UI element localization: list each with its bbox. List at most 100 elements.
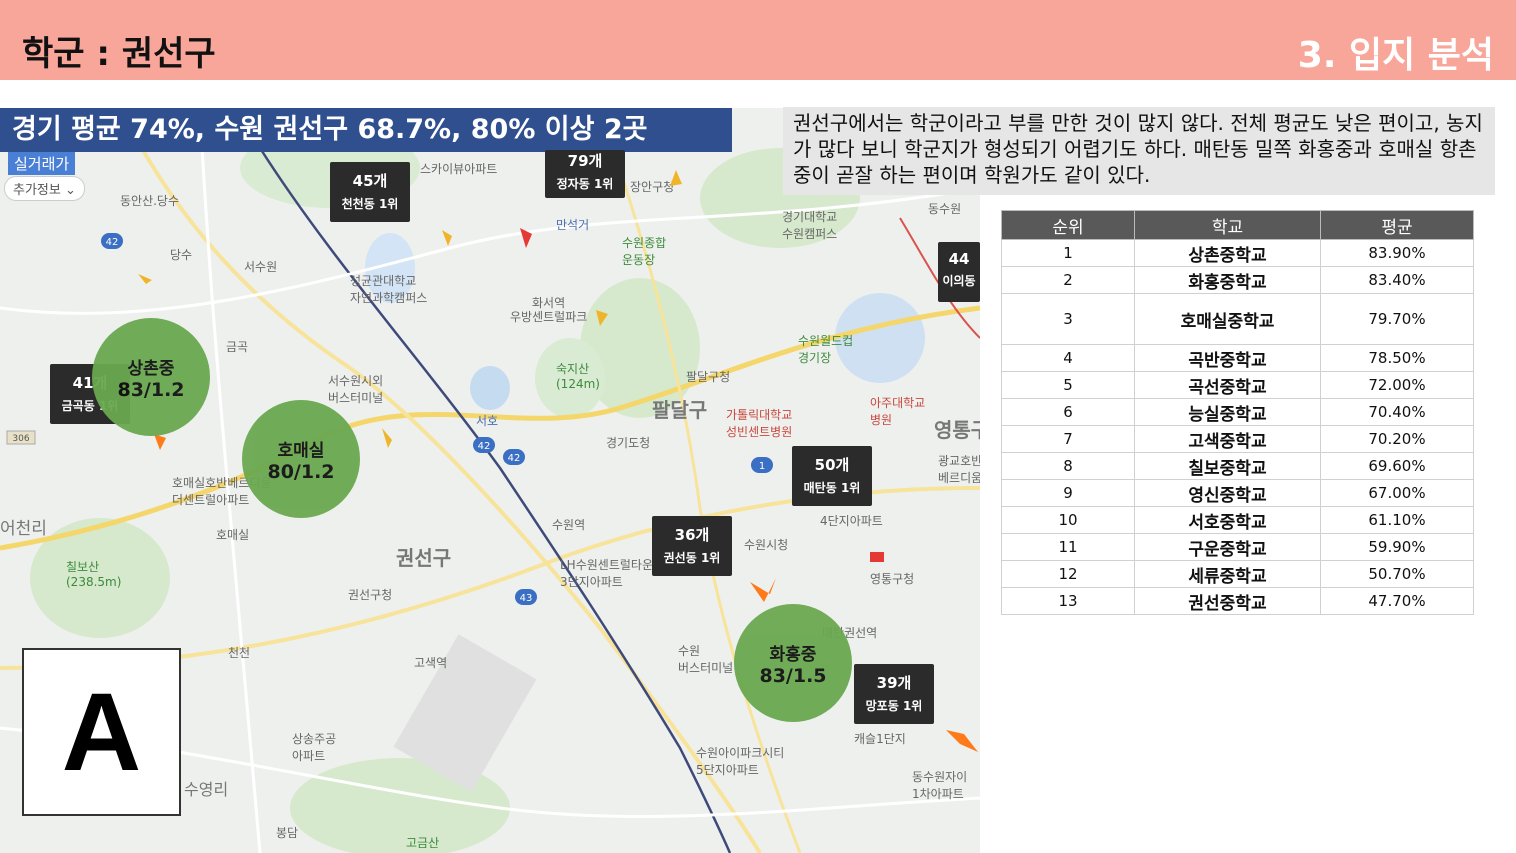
map-label: 고금산 bbox=[406, 836, 440, 850]
school-cell: 서호중학교 bbox=[1134, 506, 1321, 534]
average-cell: 47.70% bbox=[1320, 587, 1474, 615]
svg-text:42: 42 bbox=[106, 237, 119, 248]
school-cell: 세류중학교 bbox=[1134, 560, 1321, 588]
location-marker-icon[interactable] bbox=[380, 426, 396, 450]
school-cell: 능실중학교 bbox=[1134, 398, 1321, 426]
table-row: 7 고색중학교 70.20% bbox=[1001, 425, 1474, 453]
map-label: 천천 bbox=[228, 646, 251, 660]
map-label: 고색역 bbox=[414, 656, 448, 670]
svg-text:42: 42 bbox=[508, 453, 521, 464]
highway-43-icon: 43 bbox=[515, 589, 537, 605]
rank-cell: 10 bbox=[1001, 506, 1135, 534]
real-trade-button[interactable]: 실거래가 bbox=[8, 152, 76, 175]
average-cell: 72.00% bbox=[1320, 371, 1474, 399]
location-marker-icon[interactable] bbox=[944, 722, 980, 758]
school-circle[interactable]: 호매실 80/1.2 bbox=[242, 400, 360, 518]
map-label: 가톨릭대학교 성빈센트병원 bbox=[726, 408, 793, 439]
rank-box[interactable]: 50개 매탄동 1위 bbox=[792, 446, 872, 506]
chevron-down-icon: ⌄ bbox=[64, 183, 76, 198]
rank-cell: 3 bbox=[1001, 293, 1135, 345]
map-label: 동수원자이 1차아파트 bbox=[912, 770, 968, 801]
highway-306-icon: 306 bbox=[6, 430, 36, 445]
map-label: 동수원 bbox=[928, 202, 962, 216]
map-label: 영통구 bbox=[934, 418, 980, 442]
rank-cell: 7 bbox=[1001, 425, 1135, 453]
rank-cell: 6 bbox=[1001, 398, 1135, 426]
location-marker-icon[interactable] bbox=[440, 226, 456, 248]
map-label: 금곡 bbox=[226, 340, 249, 354]
extra-info-button[interactable]: 추가정보 ⌄ bbox=[4, 176, 85, 201]
rank-cell: 12 bbox=[1001, 560, 1135, 588]
average-cell: 59.90% bbox=[1320, 533, 1474, 561]
map-label: 경기대학교 수원캠퍼스 bbox=[782, 210, 838, 241]
map-label: 성균관대학교 자연과학캠퍼스 bbox=[350, 274, 428, 305]
map-label: 수원아이파크시티 5단지아파트 bbox=[696, 746, 785, 777]
table-row: 9 영신중학교 67.00% bbox=[1001, 479, 1474, 507]
rank-box[interactable]: 79개 정자동 1위 bbox=[545, 150, 625, 198]
school-cell: 곡선중학교 bbox=[1134, 371, 1321, 399]
map-label: 동안산.당수 bbox=[120, 194, 180, 208]
map-label: 서호 bbox=[476, 414, 499, 428]
table-row: 13 권선중학교 47.70% bbox=[1001, 587, 1474, 615]
map-label: 팔달구 bbox=[652, 398, 708, 422]
map-label: 서수원시외 버스터미널 bbox=[328, 374, 384, 405]
map-label: 수원시청 bbox=[744, 538, 789, 552]
rank-cell: 13 bbox=[1001, 587, 1135, 615]
page-title: 학군 : 권선구 bbox=[22, 34, 216, 74]
map-label: 스카이뷰아파트 bbox=[420, 162, 498, 176]
rank-cell: 8 bbox=[1001, 452, 1135, 480]
average-cell: 83.40% bbox=[1320, 266, 1474, 294]
school-cell: 영신중학교 bbox=[1134, 479, 1321, 507]
map-label: 수원월드컵 경기장 bbox=[798, 334, 854, 365]
map-label: 광교호반 베르디움 bbox=[938, 454, 980, 485]
map-label: 팔달구청 bbox=[686, 370, 731, 384]
svg-text:306: 306 bbox=[12, 434, 29, 444]
rank-box[interactable]: 39개 망포동 1위 bbox=[854, 664, 934, 724]
map-label: 권선구 bbox=[396, 546, 452, 570]
rank-box[interactable]: 44 이의동 bbox=[938, 242, 980, 302]
map-label: 봉담 bbox=[276, 826, 299, 840]
school-ranking-table: 순위 학교 평균 1 상촌중학교 83.90% 2 화홍중학교 83.40% 3 호매실중… bbox=[1001, 210, 1474, 615]
location-marker-icon[interactable] bbox=[668, 168, 686, 190]
table-row: 4 곡반중학교 78.50% bbox=[1001, 344, 1474, 372]
school-circle[interactable]: 화홍중 83/1.5 bbox=[734, 604, 852, 722]
section-title: 3. 입지 분석 bbox=[1297, 35, 1494, 76]
table-row: 12 세류중학교 50.70% bbox=[1001, 560, 1474, 588]
table-row: 8 칠보중학교 69.60% bbox=[1001, 452, 1474, 480]
table-row: 5 곡선중학교 72.00% bbox=[1001, 371, 1474, 399]
map-label: 4단지아파트 bbox=[820, 514, 883, 528]
table-row: 3 호매실중학교 79.70% bbox=[1001, 293, 1474, 345]
map-label: 호매실 bbox=[216, 528, 250, 542]
column-header: 학교 bbox=[1134, 210, 1321, 240]
table-row: 2 화홍중학교 83.40% bbox=[1001, 266, 1474, 294]
svg-text:1: 1 bbox=[759, 461, 765, 472]
highway-1-icon: 1 bbox=[751, 457, 773, 473]
location-marker-icon[interactable] bbox=[516, 224, 536, 250]
school-cell: 상촌중학교 bbox=[1134, 239, 1321, 267]
map-label: 서수원 bbox=[244, 260, 278, 274]
location-marker-icon[interactable] bbox=[748, 574, 780, 608]
map-label: 아주대학교 병원 bbox=[870, 396, 926, 427]
average-cell: 78.50% bbox=[1320, 344, 1474, 372]
map-label: 숙지산 (124m) bbox=[556, 362, 600, 391]
school-circle[interactable]: 상촌중 83/1.2 bbox=[92, 318, 210, 436]
rank-box[interactable]: 45개 천천동 1위 bbox=[330, 162, 410, 222]
map-label: 영통구청 bbox=[870, 572, 915, 586]
rank-cell: 5 bbox=[1001, 371, 1135, 399]
average-cell: 70.40% bbox=[1320, 398, 1474, 426]
highway-42-icon: 42 bbox=[473, 437, 495, 453]
rank-cell: 11 bbox=[1001, 533, 1135, 561]
map-label: 수원 버스터미널 bbox=[678, 644, 734, 675]
school-cell: 고색중학교 bbox=[1134, 425, 1321, 453]
map-label: 만석거 bbox=[556, 218, 590, 232]
extra-info-label: 추가정보 bbox=[13, 183, 61, 198]
map-label: 우방센트럴파크 bbox=[510, 310, 588, 324]
location-marker-icon[interactable] bbox=[594, 308, 610, 328]
map-label: 상송주공 아파트 bbox=[292, 732, 337, 763]
map-label: 수원종합 운동장 bbox=[622, 236, 667, 267]
school-cell: 곡반중학교 bbox=[1134, 344, 1321, 372]
location-marker-icon[interactable] bbox=[868, 548, 886, 564]
location-marker-icon[interactable] bbox=[136, 272, 154, 286]
average-cell: 70.20% bbox=[1320, 425, 1474, 453]
rank-box[interactable]: 36개 권선동 1위 bbox=[652, 516, 732, 576]
